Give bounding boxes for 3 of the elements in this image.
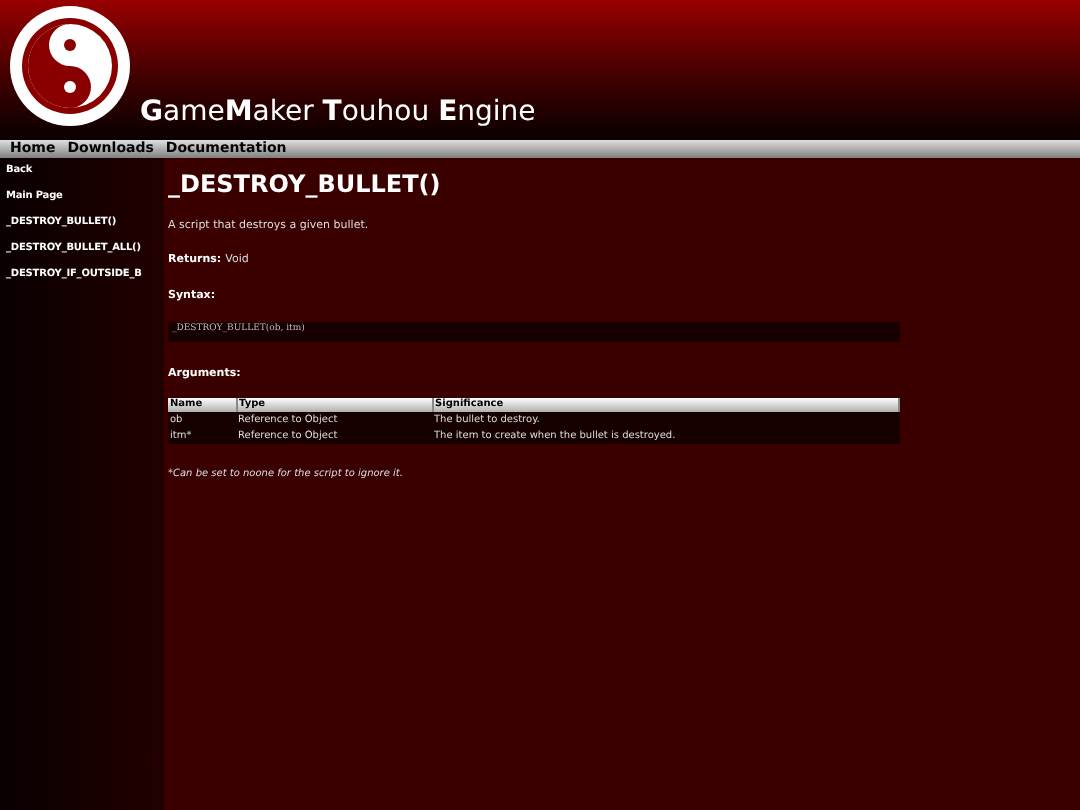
site-title: GameMaker Touhou Engine bbox=[140, 94, 536, 132]
yin-yang-logo bbox=[8, 4, 132, 128]
page-heading: _DESTROY_BULLET() bbox=[168, 172, 443, 196]
